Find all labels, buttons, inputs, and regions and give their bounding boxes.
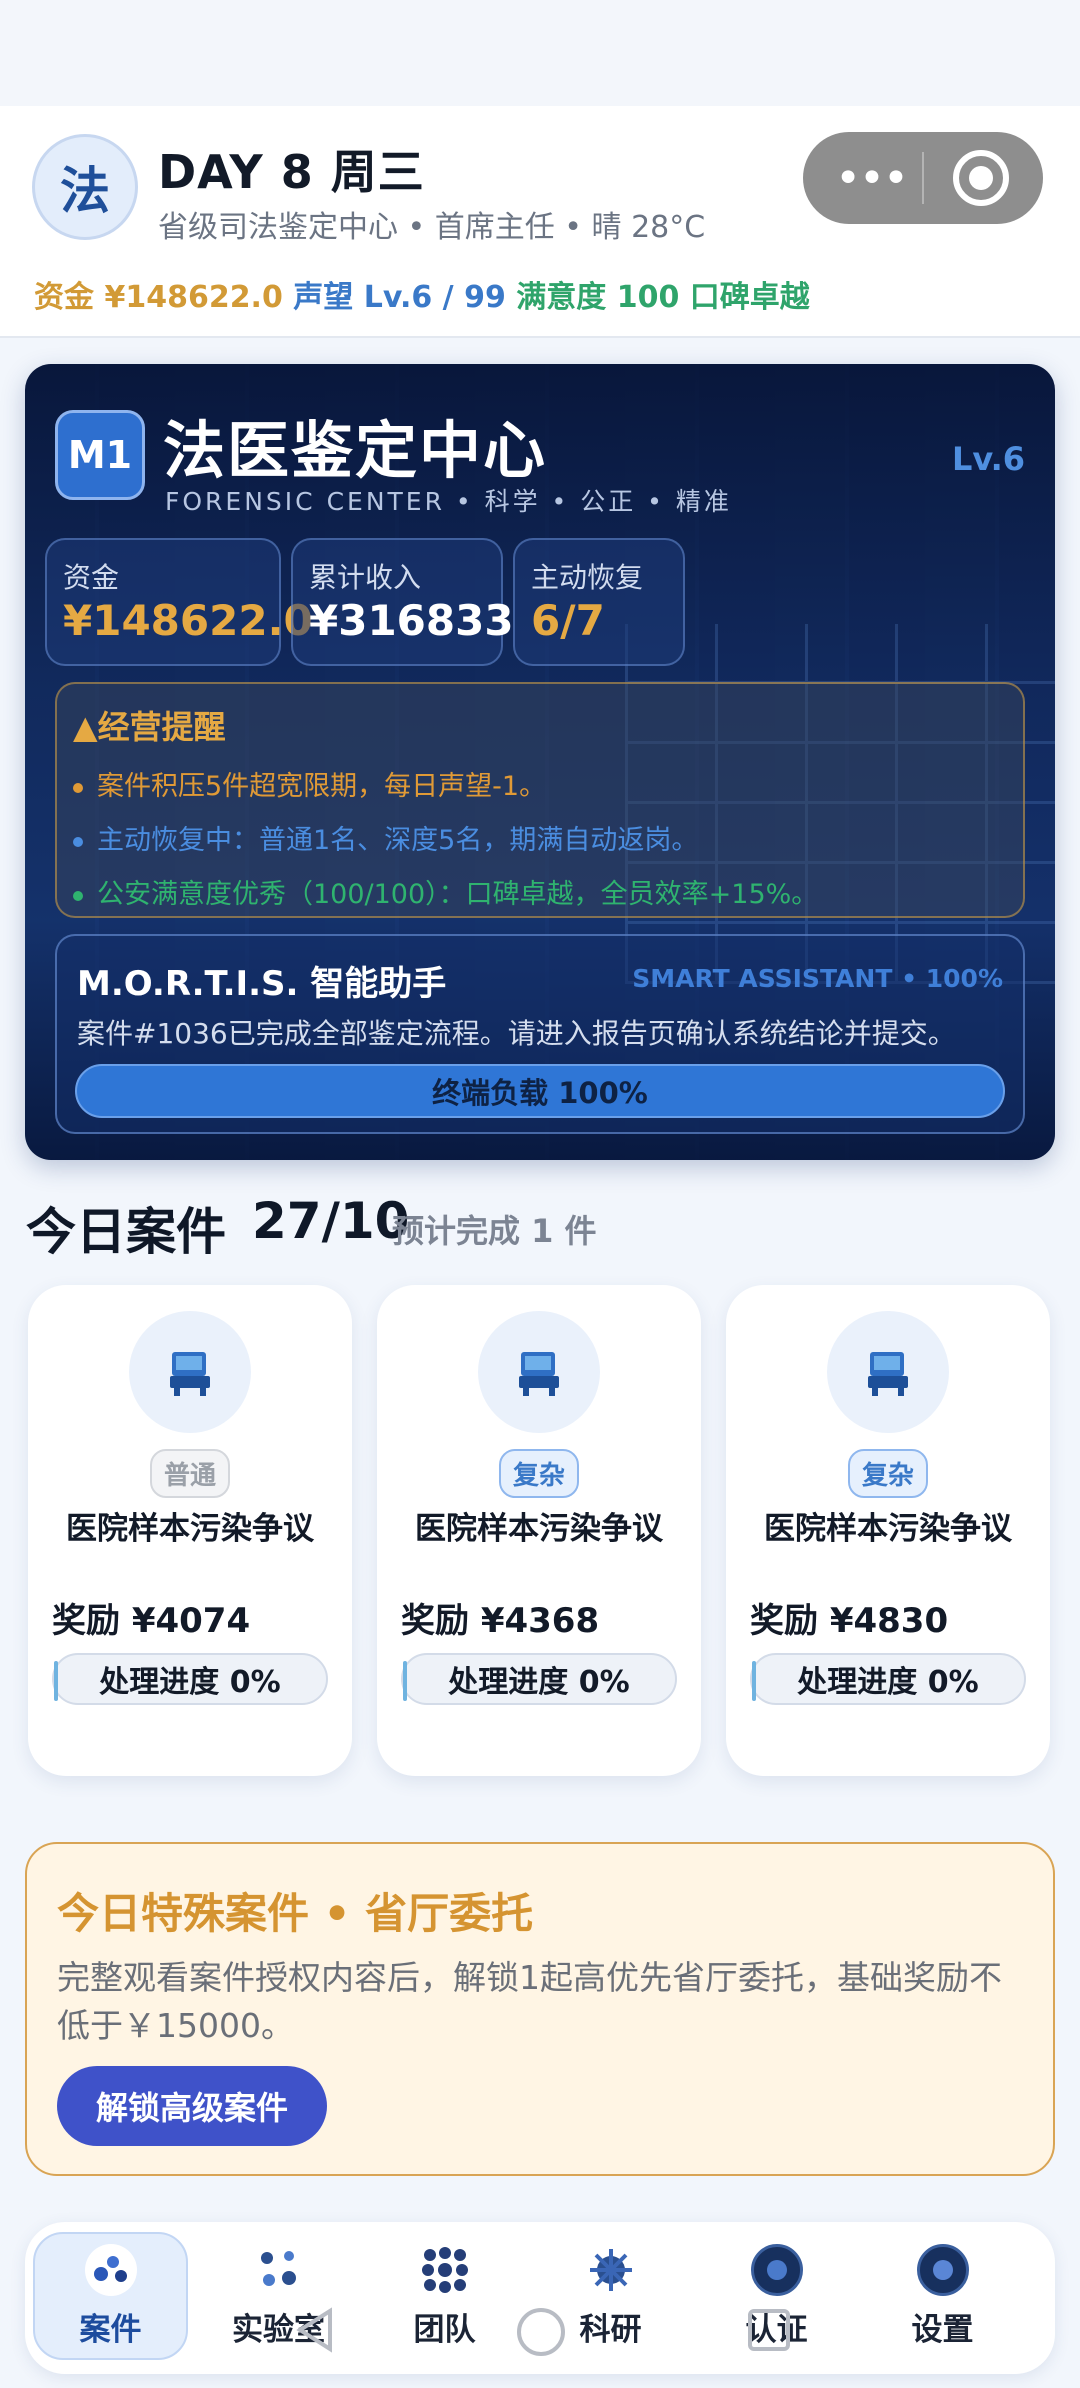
- money-stat: 资金 ¥148622.0: [34, 280, 283, 315]
- certificate-icon: [750, 2243, 803, 2296]
- case-progress: 处理进度 0%: [750, 1653, 1026, 1705]
- bullet-icon: [73, 782, 83, 793]
- close-circle-icon[interactable]: [953, 150, 1009, 206]
- case-estimate: 预计完成 1 件: [392, 1212, 597, 1250]
- assistant-title: M.O.R.T.I.S. 智能助手: [77, 964, 447, 1004]
- team-icon: [419, 2244, 471, 2296]
- kpi-value: 6/7: [531, 596, 605, 645]
- tab-label: 科研: [579, 2311, 642, 2348]
- center-subtitle: FORENSIC CENTER • 科学 • 公正 • 精准: [165, 487, 732, 516]
- smart-assistant-panel[interactable]: M.O.R.T.I.S. 智能助手 SMART ASSISTANT • 100%…: [55, 934, 1025, 1134]
- stats-line: 资金 ¥148622.0 声望 Lv.6 / 99 满意度 100 口碑卓越: [34, 272, 810, 316]
- warning-item: 公安满意度优秀（100/100）：口碑卓越，全员效率+15%。: [73, 872, 818, 911]
- kpi-recovery: 主动恢复 6/7: [513, 538, 685, 666]
- special-title: 今日特殊案件 • 省厅委托: [57, 1889, 534, 1938]
- more-icon[interactable]: •••: [829, 148, 913, 208]
- kpi-total-income: 累计收入 ¥316833: [291, 538, 514, 666]
- kpi-label: 资金: [63, 561, 120, 594]
- tab-settings[interactable]: 设置: [865, 2232, 1020, 2360]
- case-reward: 奖励 ¥4368: [401, 1601, 600, 1641]
- kpi-label: 主动恢复: [531, 561, 644, 594]
- case-reward: 奖励 ¥4074: [52, 1601, 251, 1641]
- case-card[interactable]: 复杂 医院样本污染争议 奖励 ¥4368 处理进度 0%: [377, 1285, 701, 1776]
- case-progress: 处理进度 0%: [401, 1653, 677, 1705]
- difficulty-badge: 复杂: [498, 1449, 580, 1498]
- kpi-funds: 资金 ¥148622.0: [45, 538, 313, 666]
- bullet-icon: [73, 890, 83, 901]
- case-card[interactable]: 复杂 医院样本污染争议 奖励 ¥4830 处理进度 0%: [726, 1285, 1050, 1776]
- case-title: 医院样本污染争议: [764, 1511, 1012, 1547]
- status-bar: [0, 0, 1080, 106]
- tab-cases[interactable]: 案件: [33, 2232, 188, 2360]
- difficulty-badge: 普通: [149, 1449, 231, 1498]
- lab-icon: [253, 2244, 305, 2296]
- warning-title: ▲经营提醒: [73, 708, 226, 746]
- satisfaction-stat: 满意度 100 口碑卓越: [516, 280, 810, 315]
- capsule-divider: [922, 152, 924, 204]
- forensic-center-panel: M1 法医鉴定中心 FORENSIC CENTER • 科学 • 公正 • 精准…: [25, 364, 1055, 1160]
- center-title: 法医鉴定中心: [163, 414, 548, 487]
- case-count: 27/10: [252, 1192, 410, 1250]
- operation-warning: ▲经营提醒 案件积压5件超宽限期，每日声望-1。 主动恢复中：普通1名、深度5名…: [55, 682, 1025, 918]
- tab-team[interactable]: 团队: [367, 2232, 522, 2360]
- workstation-icon: [827, 1311, 949, 1433]
- back-gesture-icon[interactable]: [290, 2305, 340, 2355]
- tab-label: 设置: [911, 2311, 974, 2348]
- center-level: Lv.6: [951, 440, 1025, 478]
- case-reward: 奖励 ¥4830: [750, 1601, 949, 1641]
- home-gesture-icon[interactable]: [514, 2305, 568, 2359]
- unlock-advanced-case-button[interactable]: 解锁高级案件: [57, 2066, 327, 2146]
- difficulty-badge: 复杂: [847, 1449, 929, 1498]
- reputation-stat: 声望 Lv.6 / 99: [293, 280, 506, 315]
- case-progress: 处理进度 0%: [52, 1653, 328, 1705]
- section-title: 今日案件: [26, 1203, 226, 1261]
- assistant-message: 案件#1036已完成全部鉴定流程。请进入报告页确认系统结论并提交。: [77, 1017, 956, 1050]
- case-card[interactable]: 普通 医院样本污染争议 奖励 ¥4074 处理进度 0%: [28, 1285, 352, 1776]
- bullet-icon: [73, 836, 83, 847]
- research-icon: [585, 2244, 637, 2296]
- case-title: 医院样本污染争议: [415, 1511, 663, 1547]
- special-case-panel: 今日特殊案件 • 省厅委托 完整观看案件授权内容后，解锁1起高优先省厅委托，基础…: [25, 1842, 1055, 2176]
- recents-gesture-icon[interactable]: [744, 2305, 794, 2355]
- workstation-icon: [478, 1311, 600, 1433]
- kpi-label: 累计收入: [309, 561, 422, 594]
- molecule-icon: [84, 2243, 137, 2296]
- day-title: DAY 8 周三: [158, 145, 425, 199]
- assistant-tag: SMART ASSISTANT • 100%: [632, 964, 1003, 993]
- miniprogram-capsule: •••: [803, 132, 1043, 224]
- special-description: 完整观看案件授权内容后，解锁1起高优先省厅委托，基础奖励不低于￥15000。: [57, 1958, 1002, 2045]
- settings-icon: [916, 2243, 969, 2296]
- workstation-icon: [129, 1311, 251, 1433]
- app-logo: 法: [32, 134, 138, 240]
- kpi-value: ¥148622.0: [63, 596, 313, 645]
- header-subline: 省级司法鉴定中心 • 首席主任 • 晴 28°C: [158, 210, 706, 245]
- warning-item: 主动恢复中：普通1名、深度5名，期满自动返岗。: [73, 818, 698, 857]
- header: 法 DAY 8 周三 省级司法鉴定中心 • 首席主任 • 晴 28°C ••• …: [0, 106, 1080, 338]
- warning-item: 案件积压5件超宽限期，每日声望-1。: [73, 764, 546, 803]
- terminal-load-bar: 终端负载 100%: [75, 1064, 1005, 1118]
- case-title: 医院样本污染争议: [66, 1511, 314, 1547]
- kpi-value: ¥316833: [309, 596, 514, 645]
- tab-label: 团队: [413, 2311, 476, 2348]
- tab-label: 案件: [79, 2311, 142, 2348]
- map-badge: M1: [55, 410, 145, 500]
